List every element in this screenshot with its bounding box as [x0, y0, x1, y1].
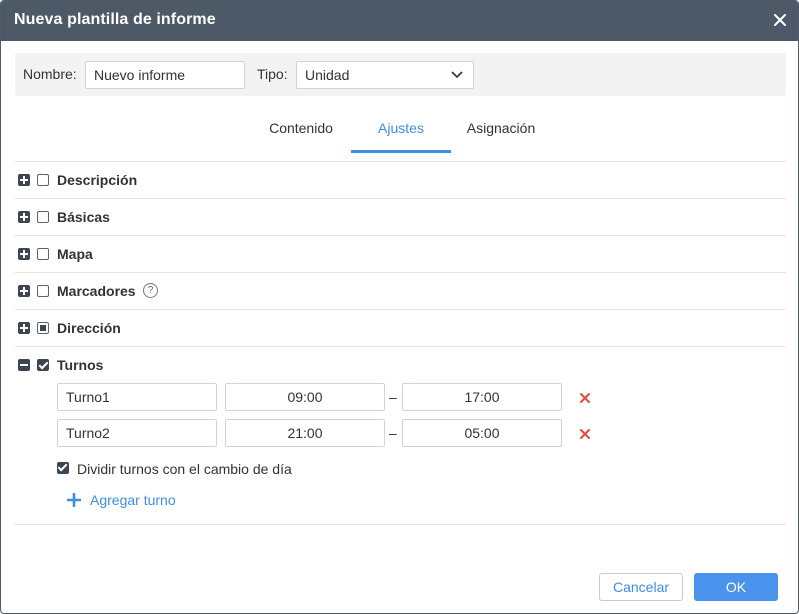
section-label: Básicas — [57, 209, 110, 225]
shift-start-input[interactable]: 09:00 — [225, 383, 385, 411]
section-mapa: Mapa — [15, 235, 786, 272]
section-label: Marcadores — [57, 283, 136, 299]
time-separator: – — [389, 425, 397, 441]
expand-plus-icon[interactable] — [18, 322, 30, 334]
expand-plus-icon[interactable] — [18, 248, 30, 260]
section-checkbox[interactable] — [37, 285, 49, 297]
add-shift-label: Agregar turno — [90, 492, 176, 508]
section-checkbox[interactable] — [37, 248, 49, 260]
shift-end-input[interactable]: 05:00 — [402, 419, 562, 447]
split-shifts-checkbox[interactable] — [57, 462, 69, 474]
shift-name-input[interactable]: Turno2 — [57, 419, 217, 447]
expand-plus-icon[interactable] — [18, 174, 30, 186]
section-turnos: Turnos — [15, 346, 786, 383]
name-input[interactable]: Nuevo informe — [85, 61, 245, 89]
shift-end-input[interactable]: 17:00 — [402, 383, 562, 411]
name-label: Nombre: — [23, 66, 77, 82]
tab-asignacion[interactable]: Asignación — [457, 111, 545, 153]
collapse-minus-icon[interactable] — [18, 359, 30, 371]
type-select-value: Unidad — [305, 67, 350, 83]
section-basicas: Básicas — [15, 198, 786, 235]
shift-name-input[interactable]: Turno1 — [57, 383, 217, 411]
divider — [15, 524, 786, 525]
ok-button[interactable]: OK — [694, 573, 778, 601]
cancel-button[interactable]: Cancelar — [599, 573, 683, 601]
section-direccion: Dirección — [15, 309, 786, 346]
close-icon[interactable] — [771, 11, 789, 29]
section-label: Descripción — [57, 172, 138, 188]
section-checkbox[interactable] — [37, 211, 49, 223]
expand-plus-icon[interactable] — [18, 285, 30, 297]
section-label: Mapa — [57, 246, 93, 262]
dialog-titlebar: Nueva plantilla de informe — [1, 1, 798, 41]
delete-icon[interactable] — [579, 428, 591, 440]
expand-plus-icon[interactable] — [18, 211, 30, 223]
section-checkbox[interactable] — [37, 174, 49, 186]
tab-bar: Contenido Ajustes Asignación — [1, 111, 798, 153]
section-descripcion: Descripción — [15, 161, 786, 198]
delete-icon[interactable] — [579, 392, 591, 404]
time-separator: – — [389, 389, 397, 405]
tab-ajustes[interactable]: Ajustes — [351, 111, 451, 153]
type-label: Tipo: — [257, 66, 288, 82]
type-select[interactable]: Unidad — [296, 61, 474, 89]
split-shifts-label: Dividir turnos con el cambio de día — [77, 461, 292, 477]
plus-icon — [67, 493, 81, 507]
help-icon[interactable]: ? — [143, 283, 158, 298]
section-label: Turnos — [57, 357, 104, 373]
tab-contenido[interactable]: Contenido — [257, 111, 345, 153]
shift-start-input[interactable]: 21:00 — [225, 419, 385, 447]
section-marcadores: Marcadores ? — [15, 272, 786, 309]
report-template-dialog: Nueva plantilla de informe Nombre: Nuevo… — [0, 0, 799, 614]
name-type-bar: Nombre: Nuevo informe Tipo: Unidad — [15, 53, 786, 96]
section-checkbox-partial[interactable] — [37, 322, 49, 334]
section-checkbox-checked[interactable] — [37, 359, 49, 371]
chevron-down-icon — [451, 71, 463, 79]
dialog-title: Nueva plantilla de informe — [14, 11, 216, 28]
section-label: Dirección — [57, 320, 121, 336]
